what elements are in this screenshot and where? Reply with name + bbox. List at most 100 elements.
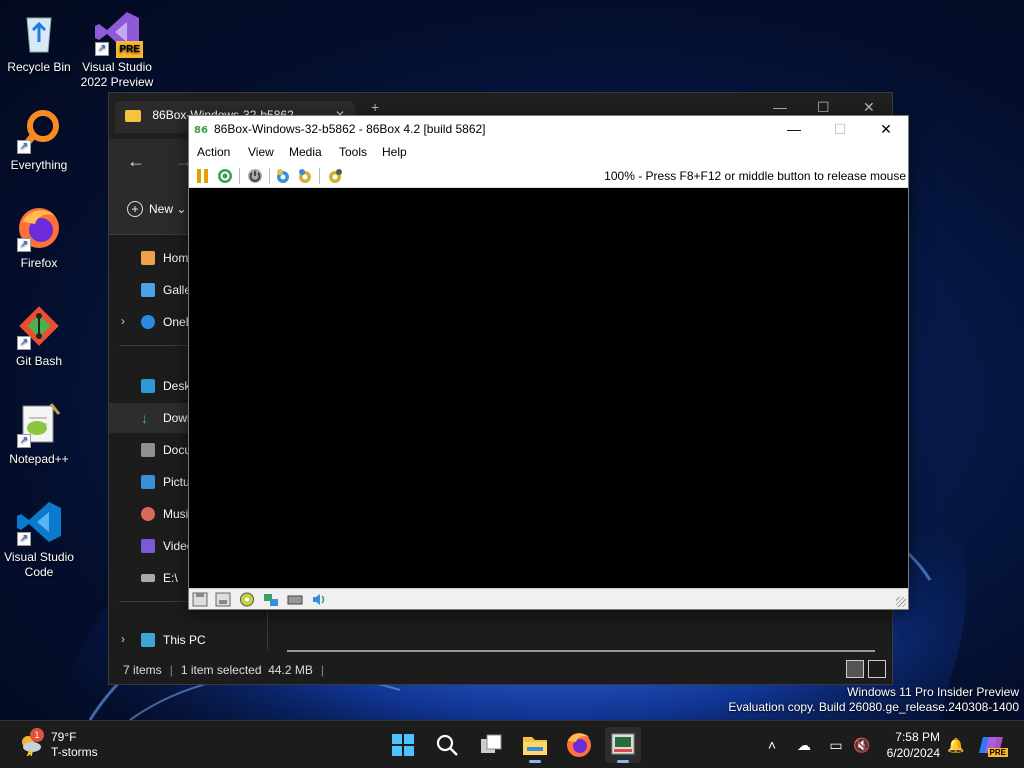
menu-help[interactable]: Help [382,145,407,159]
horizontal-scrollbar[interactable] [287,650,875,652]
temperature: 79°F [51,730,77,744]
chevron-right-icon[interactable]: › [121,632,125,646]
new-tab-icon[interactable]: + [371,99,379,115]
copilot-button[interactable]: PRE [975,727,1009,763]
taskbar-app-file-explorer[interactable] [517,727,553,763]
shortcut-arrow-icon: ↗ [17,336,31,350]
taskbar: 1 79°F T-storms ˄ ☁ ▭ 🔇 7:58 PM 6/20/202… [0,720,1024,768]
svg-text:86: 86 [194,125,208,136]
maximize-icon[interactable]: ☐ [817,99,830,116]
new-label: New [149,202,174,216]
shortcut-arrow-icon: ↗ [17,238,31,252]
floppy-drive-icon[interactable] [192,592,208,607]
back-arrow-icon[interactable]: ← [127,151,145,172]
tiles-view-icon[interactable] [868,660,886,678]
network-icon[interactable] [263,592,279,607]
notepad-plus-plus-icon: ↗ [15,400,63,448]
system-clock[interactable]: 7:58 PM 6/20/2024 [882,729,940,761]
86box-app-icon: 86 [194,122,208,136]
toolbar-separator [319,168,320,184]
desktop-icon-label: Visual Studio 2022 Preview [80,60,154,89]
onedrive-cloud-icon[interactable]: ☁ [794,735,814,755]
menu-view[interactable]: View [248,145,274,159]
desktop-icon-visual-studio-preview[interactable]: PRE ↗ Visual Studio 2022 Preview [78,8,156,90]
search-button[interactable] [429,727,465,763]
task-view-button[interactable] [473,727,509,763]
volume-muted-icon[interactable]: 🔇 [852,735,872,755]
machine-settings-icon[interactable] [327,168,343,184]
copilot-pre-badge: PRE [987,748,1008,757]
toolbar-separator [269,168,270,184]
minimize-icon[interactable]: — [771,116,817,142]
new-button[interactable]: + New ⌄ [127,201,186,217]
hardware-settings-icon[interactable] [297,168,313,184]
windows-logo-icon [392,734,414,756]
item-count: 7 items [123,663,162,677]
music-icon [141,507,155,521]
onedrive-icon [141,315,155,329]
86box-window[interactable]: 86 86Box-Windows-32-b5862 - 86Box 4.2 [b… [188,115,909,610]
chevron-right-icon[interactable]: › [121,314,125,328]
mouse-capture-status: 100% - Press F8+F12 or middle button to … [604,169,906,183]
desktop-icon-notepad-plus-plus[interactable]: ↗ Notepad++ [0,400,78,467]
minimize-icon[interactable]: — [773,99,787,115]
emulator-display[interactable] [189,188,908,588]
pc-icon [141,633,155,647]
power-icon[interactable] [247,168,263,184]
maximize-icon[interactable]: ☐ [817,116,863,142]
pre-badge: PRE [116,41,143,58]
86box-titlebar[interactable]: 86 86Box-Windows-32-b5862 - 86Box 4.2 [b… [189,116,908,142]
desktop-icon-everything[interactable]: ↗ Everything [0,106,78,173]
firefox-icon [567,733,591,757]
display-icon[interactable]: ▭ [826,735,846,755]
desktop-icon [141,379,155,393]
videos-icon [141,539,155,553]
toolbar-separator [239,168,240,184]
menu-tools[interactable]: Tools [339,145,367,159]
insider-watermark: Windows 11 Pro Insider Preview Evaluatio… [728,685,1019,715]
resize-grip[interactable] [896,597,906,607]
menu-media[interactable]: Media [289,145,322,159]
taskbar-app-firefox[interactable] [561,727,597,763]
desktop-icon-vscode[interactable]: ↗ Visual Studio Code [0,498,78,580]
git-bash-icon: ↗ [15,302,63,350]
weather-condition: T-storms [51,745,98,759]
search-icon [436,734,458,756]
file-explorer-icon [523,737,547,755]
sidebar-item-this-pc[interactable]: › This PC [109,625,267,655]
taskbar-app-86box[interactable] [605,727,641,763]
ctrl-alt-del-icon[interactable] [217,168,233,184]
chevron-down-icon: ⌄ [176,202,187,216]
selection-count: 1 item selected [180,663,262,677]
watermark-line-1: Windows 11 Pro Insider Preview [847,685,1019,699]
86box-menubar: Action View Media Tools Help [189,142,908,164]
desktop-icon-git-bash[interactable]: ↗ Git Bash [0,302,78,369]
weather-alert-badge: 1 [30,728,44,742]
desktop-icon-recycle-bin[interactable]: Recycle Bin [0,8,78,75]
watermark-line-2: Evaluation copy. Build 26080.ge_release.… [728,700,1019,714]
cdrom-drive-icon[interactable] [239,592,255,607]
settings-gear-icon[interactable] [275,168,291,184]
chevron-up-icon[interactable]: ˄ [762,735,782,755]
notification-bell-icon[interactable]: 🔔 [946,735,966,755]
folder-icon [125,109,141,122]
clock-date: 6/20/2024 [886,746,940,760]
desktop-icon-label: Notepad++ [9,452,69,466]
86box-window-title: 86Box-Windows-32-b5862 - 86Box 4.2 [buil… [214,122,486,136]
pause-icon[interactable] [195,168,211,184]
plus-icon: + [127,201,143,217]
86box-status-bar [189,588,908,609]
floppy-drive-2-icon[interactable] [215,592,231,607]
everything-icon: ↗ [15,106,63,154]
close-icon[interactable]: ✕ [863,99,875,116]
menu-action[interactable]: Action [197,145,230,159]
desktop-icon-firefox[interactable]: ↗ Firefox [0,204,78,271]
sound-icon[interactable] [311,592,327,607]
selection-size: 44.2 MB [268,663,313,677]
copilot-icon [979,737,1003,753]
details-view-icon[interactable] [846,660,864,678]
start-button[interactable] [385,727,421,763]
desktop-icon-label: Git Bash [15,354,63,368]
close-icon[interactable]: ✕ [863,116,909,142]
hard-disk-icon[interactable] [287,592,303,607]
